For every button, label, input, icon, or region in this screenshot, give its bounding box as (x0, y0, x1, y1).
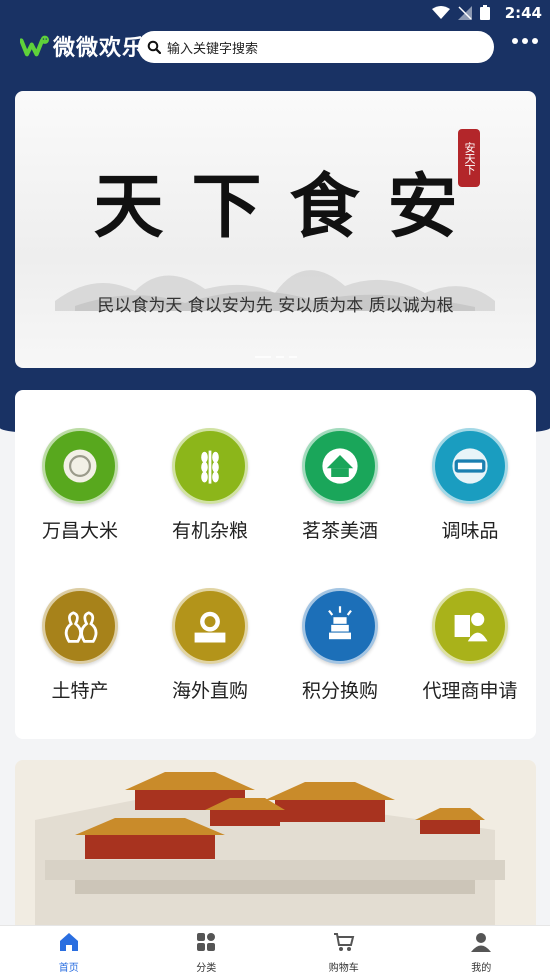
logo-text: 微微欢乐 (52, 36, 145, 61)
tab-home[interactable]: 首页 (0, 926, 138, 977)
status-bar: 2:44 (0, 0, 550, 26)
promo-image-forbidden-city[interactable] (15, 760, 536, 930)
tab-label: 购物车 (328, 963, 359, 974)
tab-user[interactable]: 我的 (413, 926, 550, 977)
banner-seal: 安天下 (458, 129, 480, 187)
category-item[interactable]: 海外直购 (145, 588, 275, 718)
category-item[interactable]: 土特产 (15, 588, 145, 718)
battery-icon (480, 5, 490, 20)
search-icon (147, 40, 161, 54)
more-dot-icon (512, 38, 518, 44)
more-dot-icon (532, 38, 538, 44)
search-bar[interactable]: 输入关键字搜索 (138, 31, 494, 63)
category-label: 调味品 (441, 520, 499, 542)
home-icon (58, 931, 80, 957)
banner-carousel[interactable]: 天下食安 安天下 民以食为天 食以安为先 安以质为本 质以诚为根 (15, 91, 536, 368)
carousel-indicators (15, 356, 536, 358)
status-icons (432, 5, 490, 20)
maoshanwang-icon (172, 588, 248, 664)
rice-icon (42, 428, 118, 504)
category-icon (195, 931, 217, 957)
user-icon (470, 931, 492, 957)
banner-subtitle: 民以食为天 食以安为先 安以质为本 质以诚为根 (97, 296, 454, 316)
carousel-dot[interactable] (254, 356, 271, 358)
logo-w-icon (20, 35, 49, 57)
search-input[interactable]: 输入关键字搜索 (167, 38, 258, 57)
carousel-dot[interactable] (288, 356, 297, 358)
cart-icon (333, 931, 355, 957)
category-item[interactable]: 调味品 (405, 428, 535, 558)
tab-category[interactable]: 分类 (138, 926, 276, 977)
category-label: 有机杂粮 (171, 520, 248, 542)
carousel-dot[interactable] (275, 356, 284, 358)
app-logo[interactable]: 微微欢乐 (20, 30, 145, 62)
category-item[interactable]: 代理商申请 (405, 588, 535, 718)
header: 微微欢乐 输入关键字搜索 (0, 28, 550, 66)
status-time: 2:44 (504, 4, 542, 22)
no-signal-icon (458, 5, 472, 20)
category-label: 积分换购 (301, 680, 378, 702)
category-label: 代理商申请 (422, 680, 518, 702)
category-item[interactable]: 万昌大米 (15, 428, 145, 558)
gold-bars-icon (302, 588, 378, 664)
jiangcheng-icon (432, 428, 508, 504)
category-grid: 万昌大米 有机杂粮 茗茶美酒 调味品土特产 海外直购 积分换购 代理商申请 (15, 390, 536, 739)
gourd-icon (42, 588, 118, 664)
pavilion-icon (302, 428, 378, 504)
tab-label: 首页 (58, 963, 79, 974)
tab-cart[interactable]: 购物车 (275, 926, 413, 977)
category-item[interactable]: 有机杂粮 (145, 428, 275, 558)
category-item[interactable]: 茗茶美酒 (275, 428, 405, 558)
wheat-icon (172, 428, 248, 504)
agent-icon (432, 588, 508, 664)
category-item[interactable]: 积分换购 (275, 588, 405, 718)
more-menu-button[interactable] (512, 38, 538, 44)
wifi-icon (432, 5, 450, 19)
category-label: 万昌大米 (41, 520, 118, 542)
category-label: 土特产 (51, 680, 109, 702)
palace-illustration (15, 760, 536, 930)
more-dot-icon (522, 38, 528, 44)
category-label: 海外直购 (171, 680, 248, 702)
category-label: 茗茶美酒 (301, 520, 378, 542)
tab-label: 分类 (196, 963, 217, 974)
bottom-tab-bar: 首页 分类 购物车 我的 (0, 925, 550, 977)
tab-label: 我的 (471, 963, 492, 974)
